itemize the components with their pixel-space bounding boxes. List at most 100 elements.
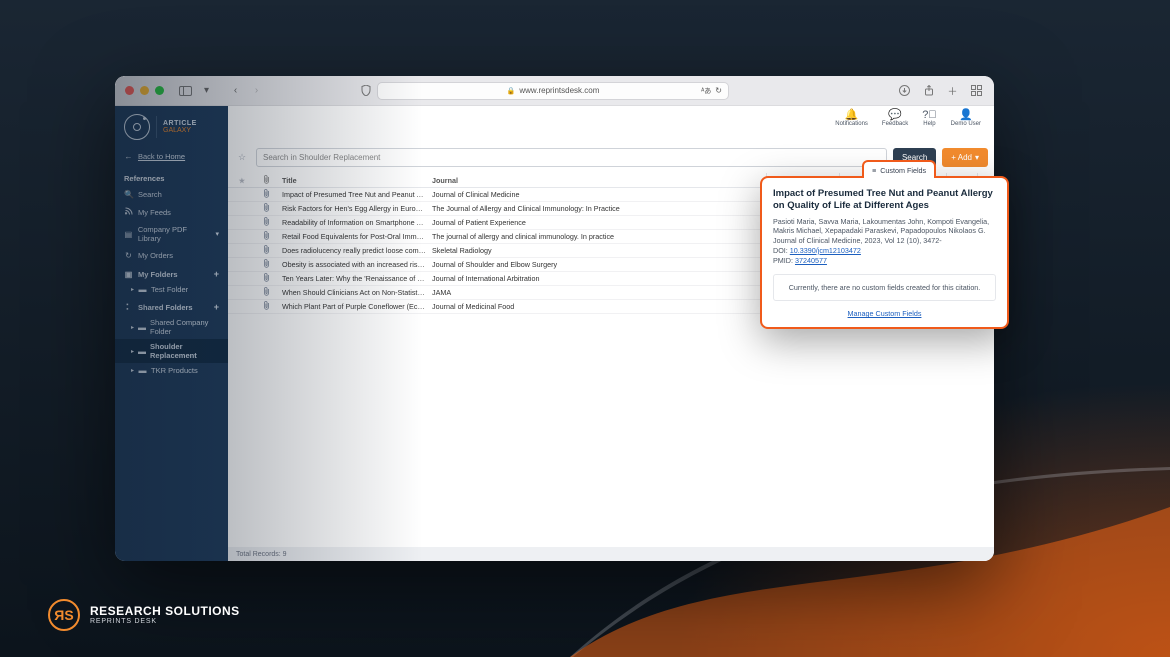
rss-icon — [124, 207, 133, 217]
add-shared-folder-icon[interactable]: + — [214, 302, 219, 312]
caret-down-icon: ▾ — [975, 153, 979, 162]
attachment-icon[interactable] — [250, 189, 282, 200]
util-label: Feedback — [882, 121, 908, 127]
doi-label: DOI: — [773, 246, 788, 255]
chevron-right-icon: ▸ — [131, 324, 134, 331]
download-icon[interactable] — [897, 83, 912, 98]
lock-icon: 🔒 — [507, 87, 516, 95]
row-title: Impact of Presumed Tree Nut and Peanut A… — [282, 190, 432, 199]
chevron-right-icon: ▸ — [131, 348, 134, 355]
brand-line2: REPRINTS DESK — [90, 618, 240, 625]
sidebar-toggle-icon[interactable] — [178, 83, 193, 98]
popout-tab-label: Custom Fields — [880, 166, 926, 175]
nav-label: TKR Products — [151, 366, 198, 375]
shared-folders-header[interactable]: ⠅ Shared Folders + — [115, 297, 228, 315]
nav-label: My Feeds — [138, 208, 171, 217]
chevron-right-icon: ▸ — [131, 286, 134, 293]
attachment-icon[interactable] — [250, 203, 282, 214]
new-tab-icon[interactable]: ＋ — [945, 83, 960, 98]
util-feedback[interactable]: 💬 Feedback — [875, 106, 915, 127]
nav-search[interactable]: 🔍 Search — [115, 186, 228, 203]
folder-icon: ▬ — [138, 323, 146, 332]
manage-custom-fields-link[interactable]: Manage Custom Fields — [848, 309, 922, 318]
attachment-icon[interactable] — [250, 231, 282, 242]
nav-pdf-library[interactable]: ▤ Company PDF Library ▾ — [115, 221, 228, 247]
folder-icon: ▣ — [124, 270, 133, 279]
share-icon[interactable] — [921, 83, 936, 98]
url-bar[interactable]: 🔒 www.reprintsdesk.com ᴬあ ↻ — [377, 82, 729, 100]
util-help[interactable]: ?⃝ Help — [915, 106, 943, 127]
list-footer: Total Records: 9 — [228, 547, 994, 561]
bell-icon: 🔔 — [845, 110, 859, 121]
nav-my-feeds[interactable]: My Feeds — [115, 203, 228, 221]
attachment-icon[interactable] — [250, 259, 282, 270]
traffic-light-close[interactable] — [125, 86, 134, 95]
nav-label: My Orders — [138, 251, 173, 260]
row-title: Readability of Information on Smartphone… — [282, 218, 432, 227]
row-title: When Should Clinicians Act on Non-Statis… — [282, 288, 432, 297]
back-to-home-link[interactable]: ← Back to Home — [115, 146, 228, 167]
util-notifications[interactable]: 🔔 Notifications — [828, 106, 875, 127]
popout-tab[interactable]: ≡ Custom Fields — [862, 160, 936, 178]
my-folders-header[interactable]: ▣ My Folders + — [115, 264, 228, 282]
app-topbar: 🔔 Notifications 💬 Feedback ?⃝ Help 👤 Dem… — [228, 106, 994, 148]
shield-icon[interactable] — [358, 83, 373, 98]
search-placeholder: Search in Shoulder Replacement — [263, 153, 380, 162]
app-sidebar: ARTICLEGALAXY ← Back to Home References … — [115, 106, 228, 561]
row-title: Does radiolucency really predict loose c… — [282, 246, 432, 255]
browser-chrome: ▾ ‹ › 🔒 www.reprintsdesk.com ᴬあ ↻ ＋ — [115, 76, 994, 106]
util-user[interactable]: 👤 Demo User — [944, 106, 988, 127]
nav-label: My Folders — [138, 270, 178, 279]
add-button-label: + Add — [951, 153, 972, 162]
folder-shoulder-replacement[interactable]: ▸ ▬ Shoulder Replacement — [115, 339, 228, 363]
help-icon: ?⃝ — [922, 110, 936, 121]
clock-icon: ↻ — [124, 251, 133, 260]
share-folder-icon: ⠅ — [124, 303, 133, 312]
popout-meta: Pasioti Maria, Savva Maria, Lakoumentas … — [773, 217, 996, 266]
back-label: Back to Home — [138, 152, 185, 161]
popout-citation: Journal of Clinical Medicine, 2023, Vol … — [773, 236, 942, 245]
translate-icon[interactable]: ᴬあ — [701, 86, 711, 96]
pmid-link[interactable]: 37240577 — [795, 256, 827, 265]
attachment-icon[interactable] — [250, 245, 282, 256]
folder-tkr-products[interactable]: ▸ ▬ TKR Products — [115, 363, 228, 378]
reload-icon[interactable]: ↻ — [715, 86, 722, 95]
nav-my-orders[interactable]: ↻ My Orders — [115, 247, 228, 264]
nav-label: Shoulder Replacement — [150, 342, 219, 360]
traffic-light-zoom[interactable] — [155, 86, 164, 95]
research-solutions-brand: ЯS RESEARCH SOLUTIONS REPRINTS DESK — [48, 599, 240, 631]
row-title: Obesity is associated with an increased … — [282, 260, 432, 269]
search-icon: 🔍 — [124, 190, 133, 199]
folder-test[interactable]: ▸ ▬ Test Folder — [115, 282, 228, 297]
nav-back-icon[interactable]: ‹ — [228, 83, 243, 98]
chevron-down-icon[interactable]: ▾ — [199, 83, 214, 98]
nav-label: Test Folder — [151, 285, 188, 294]
nav-label: Shared Company Folder — [150, 318, 219, 336]
nav-forward-icon[interactable]: › — [249, 83, 264, 98]
col-star[interactable]: ★ — [234, 176, 250, 185]
folder-icon: ▬ — [138, 366, 147, 375]
section-references: References — [115, 167, 228, 186]
nav-label: Shared Folders — [138, 303, 193, 312]
row-title: Risk Factors for Hen's Egg Allergy in Eu… — [282, 204, 432, 213]
doi-link[interactable]: 10.3390/jcm12103472 — [790, 246, 861, 255]
brand-monogram-icon: ЯS — [48, 599, 80, 631]
star-filter-icon[interactable]: ☆ — [234, 152, 250, 163]
tabs-overview-icon[interactable] — [969, 83, 984, 98]
add-button[interactable]: + Add ▾ — [942, 148, 988, 167]
search-input[interactable]: Search in Shoulder Replacement — [256, 148, 887, 167]
col-title[interactable]: Title — [282, 176, 432, 185]
traffic-light-minimize[interactable] — [140, 86, 149, 95]
folder-icon: ▬ — [138, 347, 146, 356]
attachment-icon[interactable] — [250, 273, 282, 284]
folder-shared-company[interactable]: ▸ ▬ Shared Company Folder — [115, 315, 228, 339]
attachment-icon[interactable] — [250, 287, 282, 298]
attachment-icon[interactable] — [250, 217, 282, 228]
library-icon: ▤ — [124, 230, 133, 239]
add-folder-icon[interactable]: + — [214, 269, 219, 279]
brand-line1: RESEARCH SOLUTIONS — [90, 605, 240, 618]
attachment-icon[interactable] — [250, 301, 282, 312]
url-text: www.reprintsdesk.com — [519, 86, 599, 95]
col-attachment[interactable] — [250, 175, 282, 186]
chevron-down-icon: ▾ — [215, 230, 219, 238]
